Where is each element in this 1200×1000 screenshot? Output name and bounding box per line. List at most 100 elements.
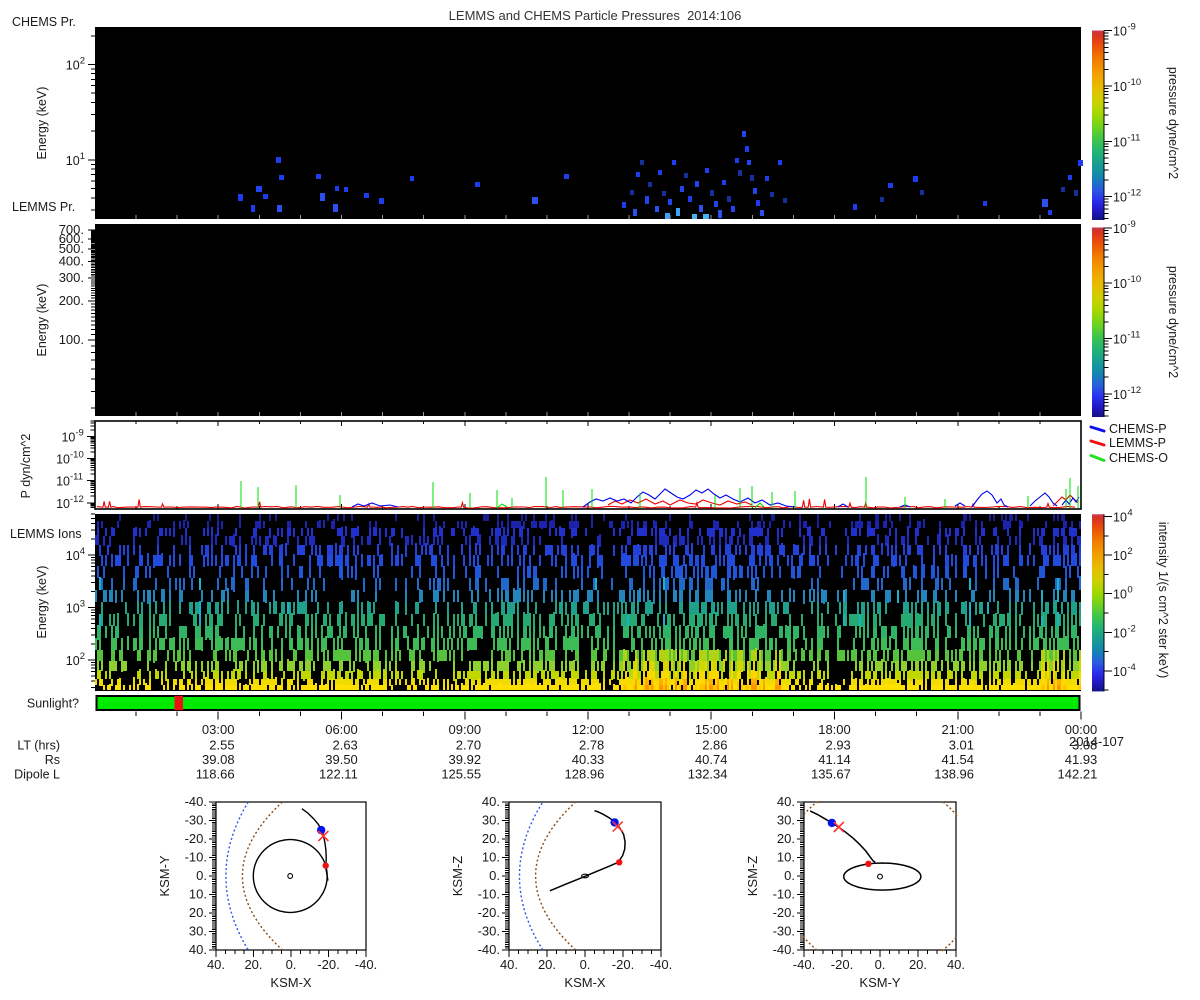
svg-text:2.93: 2.93 xyxy=(825,738,850,753)
svg-text:40.74: 40.74 xyxy=(695,752,728,767)
svg-text:10: 10 xyxy=(1113,665,1127,679)
svg-text:10: 10 xyxy=(1113,80,1127,94)
svg-text:-30.: -30. xyxy=(773,924,795,939)
svg-text:2: 2 xyxy=(80,651,85,662)
svg-text:20.: 20. xyxy=(538,957,556,972)
svg-text:-11: -11 xyxy=(70,472,83,483)
svg-text:40.: 40. xyxy=(777,794,795,809)
svg-text:-30.: -30. xyxy=(478,924,500,939)
svg-text:10: 10 xyxy=(1113,222,1127,236)
svg-text:40.: 40. xyxy=(500,957,518,972)
svg-text:-10: -10 xyxy=(70,450,84,461)
svg-text:1: 1 xyxy=(80,151,85,162)
svg-text:-40.: -40. xyxy=(185,794,207,809)
svg-text:135.67: 135.67 xyxy=(811,767,851,782)
svg-text:-10.: -10. xyxy=(773,887,795,902)
svg-text:10: 10 xyxy=(1113,191,1127,205)
svg-text:03:00: 03:00 xyxy=(202,722,235,737)
svg-text:20.: 20. xyxy=(909,957,927,972)
svg-text:200.: 200. xyxy=(59,293,84,308)
svg-text:0.: 0. xyxy=(489,868,500,883)
svg-text:20.: 20. xyxy=(482,831,500,846)
svg-text:4: 4 xyxy=(80,546,85,557)
svg-text:-40.: -40. xyxy=(478,942,500,957)
svg-text:Sunlight?: Sunlight? xyxy=(27,697,79,711)
svg-text:41.54: 41.54 xyxy=(941,752,974,767)
svg-text:2: 2 xyxy=(80,56,85,67)
svg-text:intensity 1/(s cm^2 ster keV): intensity 1/(s cm^2 ster keV) xyxy=(1156,522,1170,679)
svg-text:2.86: 2.86 xyxy=(702,738,727,753)
svg-text:10: 10 xyxy=(66,654,80,668)
svg-text:LEMMS-P: LEMMS-P xyxy=(1109,436,1166,450)
svg-text:300.: 300. xyxy=(59,270,84,285)
svg-text:30.: 30. xyxy=(189,924,207,939)
svg-text:125.55: 125.55 xyxy=(441,767,481,782)
svg-text:0.: 0. xyxy=(286,957,297,972)
svg-text:2014-107: 2014-107 xyxy=(1069,734,1124,749)
svg-text:10: 10 xyxy=(1113,277,1127,291)
svg-text:CHEMS Pr.: CHEMS Pr. xyxy=(12,15,76,29)
svg-text:10: 10 xyxy=(1113,511,1127,525)
svg-text:18:00: 18:00 xyxy=(818,722,851,737)
svg-text:138.96: 138.96 xyxy=(934,767,974,782)
svg-text:-4: -4 xyxy=(1127,662,1135,673)
svg-text:10: 10 xyxy=(56,453,70,467)
svg-text:30.: 30. xyxy=(482,813,500,828)
svg-text:41.93: 41.93 xyxy=(1065,752,1098,767)
svg-text:2.63: 2.63 xyxy=(332,738,357,753)
svg-text:20.: 20. xyxy=(244,957,262,972)
svg-text:KSM-Z: KSM-Z xyxy=(450,856,465,897)
svg-text:-12: -12 xyxy=(1127,188,1141,199)
svg-text:10: 10 xyxy=(1113,549,1127,563)
svg-text:Dipole L: Dipole L xyxy=(14,768,60,782)
svg-text:39.92: 39.92 xyxy=(449,752,482,767)
svg-text:40.: 40. xyxy=(189,942,207,957)
svg-text:0.: 0. xyxy=(784,868,795,883)
svg-text:LEMMS Pr.: LEMMS Pr. xyxy=(12,200,75,214)
svg-text:40.: 40. xyxy=(207,957,225,972)
svg-text:0.: 0. xyxy=(196,868,207,883)
svg-text:CHEMS-P: CHEMS-P xyxy=(1109,422,1167,436)
svg-text:30.: 30. xyxy=(777,813,795,828)
svg-text:40.: 40. xyxy=(482,794,500,809)
svg-text:10: 10 xyxy=(61,431,75,445)
svg-text:10: 10 xyxy=(66,602,80,616)
svg-text:-12: -12 xyxy=(70,494,84,505)
svg-text:LEMMS Ions: LEMMS Ions xyxy=(10,527,82,541)
svg-text:KSM-X: KSM-X xyxy=(564,975,606,990)
svg-text:20.: 20. xyxy=(189,905,207,920)
svg-text:39.08: 39.08 xyxy=(202,752,235,767)
svg-text:CHEMS-O: CHEMS-O xyxy=(1109,451,1168,465)
svg-text:06:00: 06:00 xyxy=(325,722,358,737)
svg-text:-20.: -20. xyxy=(831,957,853,972)
svg-text:LEMMS and CHEMS Particle Press: LEMMS and CHEMS Particle Pressures 2014:… xyxy=(449,8,742,23)
svg-text:10: 10 xyxy=(66,549,80,563)
svg-text:122.11: 122.11 xyxy=(319,767,358,782)
svg-text:-40.: -40. xyxy=(355,957,377,972)
svg-text:-20.: -20. xyxy=(612,957,634,972)
svg-text:-30.: -30. xyxy=(185,813,207,828)
svg-text:KSM-X: KSM-X xyxy=(270,975,312,990)
svg-text:LT (hrs): LT (hrs) xyxy=(17,739,60,753)
svg-text:09:00: 09:00 xyxy=(449,722,482,737)
svg-text:-11: -11 xyxy=(1127,132,1140,143)
svg-text:700.: 700. xyxy=(59,222,84,237)
svg-text:10: 10 xyxy=(1113,626,1127,640)
svg-text:4: 4 xyxy=(1127,508,1132,519)
svg-text:10: 10 xyxy=(1113,388,1127,402)
svg-text:20.: 20. xyxy=(777,831,795,846)
svg-text:-9: -9 xyxy=(1127,219,1135,230)
svg-text:2.78: 2.78 xyxy=(579,738,604,753)
svg-text:10: 10 xyxy=(1113,25,1127,39)
svg-text:-9: -9 xyxy=(1127,22,1135,33)
svg-text:142.21: 142.21 xyxy=(1058,767,1098,782)
svg-text:Energy (keV): Energy (keV) xyxy=(35,87,49,160)
svg-text:-9: -9 xyxy=(75,428,83,439)
svg-text:132.34: 132.34 xyxy=(688,767,728,782)
svg-text:10: 10 xyxy=(56,475,70,489)
svg-text:-40.: -40. xyxy=(793,957,815,972)
svg-text:21:00: 21:00 xyxy=(942,722,975,737)
svg-text:0.: 0. xyxy=(875,957,886,972)
svg-text:12:00: 12:00 xyxy=(572,722,605,737)
svg-text:10: 10 xyxy=(1113,333,1127,347)
